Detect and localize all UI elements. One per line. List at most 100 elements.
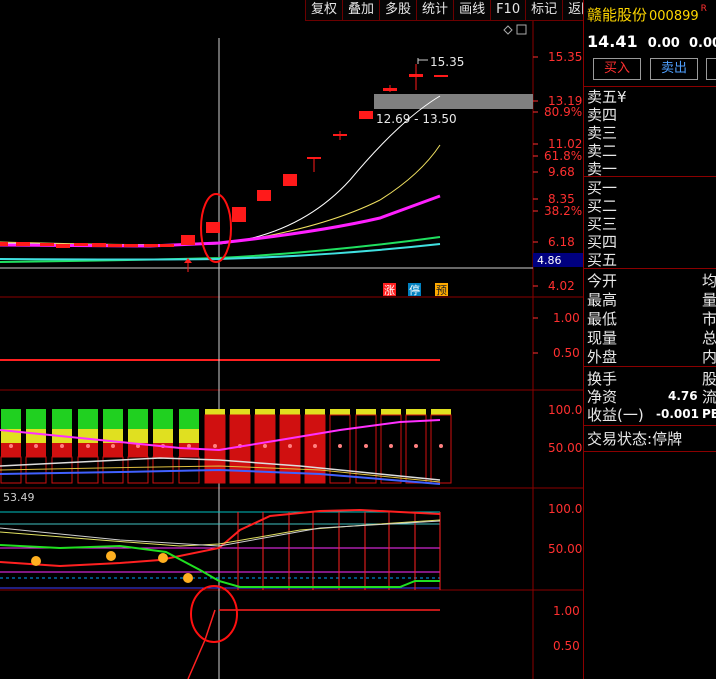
candle [144,244,158,247]
badge-zhang-text: 涨 [384,284,395,297]
f10-button[interactable]: F10 [490,0,526,21]
bar-dot [414,444,418,448]
diamond-icon[interactable] [503,25,513,35]
currency-icon: ¥ [617,88,627,106]
badge-yu-text: 预 [436,284,447,297]
bar-segment [406,409,426,415]
candle [232,207,246,222]
outer-label: 外盘 [587,348,618,366]
candle [16,242,30,246]
price-axis-label: 61.8% [544,149,582,163]
total-label: 总 [702,329,716,347]
bar-segment [330,409,350,415]
top-toolbar: 复权 叠加 多股 统计 画线 F10 标记 返回 [305,0,600,21]
candle [181,235,195,245]
price-axis-label: 15.35 [548,50,582,64]
avg-label: 均 [702,272,716,290]
price-axis-label: 80.9% [544,105,582,119]
bar-segment [52,409,72,429]
badge-ting-text: 停 [409,283,420,297]
bar-segment [25,456,47,484]
candle [283,174,297,186]
bar-dot [288,444,292,448]
bar-dot [34,444,38,448]
high-label: 15.35 [430,55,464,69]
bar-segment [205,409,225,415]
nav-value: 4.76 [668,389,698,403]
candle [160,244,174,247]
candle [108,244,122,247]
multi-stock-button[interactable]: 多股 [379,0,417,21]
bar-dot [313,444,317,448]
bar-dot [263,444,267,448]
chart-area[interactable]: 15.3513.1980.9%11.0261.8%9.688.3538.2%6.… [0,0,583,679]
bar-segment [153,429,173,443]
high-label: 最高 [587,291,618,309]
bar-segment [356,409,376,415]
price-change: 0.00 [647,36,680,51]
ma-magenta [0,194,441,248]
price-axis-label: 38.2% [544,204,582,218]
draw-line-button[interactable]: 画线 [453,0,491,21]
p4-value: 53.49 [3,491,35,504]
p2-tick-2: 0.50 [553,346,580,360]
candle [92,243,106,247]
candle [257,190,271,201]
restore-rights-button[interactable]: 复权 [305,0,343,21]
eps-value: -0.001 [656,407,699,421]
bar-segment [179,429,199,443]
bar-segment [430,414,452,484]
candle [359,111,373,119]
sell-button[interactable]: 卖出 [650,58,698,80]
bar-dot [389,444,393,448]
open-label: 今开 [587,272,618,290]
bar-segment [26,409,46,429]
p2-tick-1: 1.00 [553,311,580,325]
bar-segment [381,409,401,415]
p4-red-line [0,508,441,568]
bar-dot [86,444,90,448]
margin-mark: R [700,4,707,14]
quote-panel: 赣能股份000899R 14.41 0.00 0.00% 买入 卖出 卖五¥ 卖… [583,0,716,679]
bar-segment [103,409,123,429]
inner-label: 内 [702,348,716,366]
candles [0,64,448,248]
p5-tick-1: 1.00 [553,604,580,618]
volume-label: 现量 [587,329,618,347]
p5-tick-2: 0.50 [553,639,580,653]
candle [434,75,448,77]
candle [124,244,138,247]
low-label: 最低 [587,310,618,328]
current-price-label: 4.86 [537,254,562,267]
price-axis-label: 6.18 [548,235,575,249]
extra-button[interactable] [706,58,716,80]
bar-segment [280,409,300,415]
eps-label: 收益(一) [587,406,644,424]
bar-segment [26,429,46,443]
price-axis-label: 9.68 [548,165,575,179]
overlay-button[interactable]: 叠加 [342,0,380,21]
p4-white-line [0,520,441,547]
p3-tick-2: 50.00 [548,441,582,455]
bar-segment [127,456,149,484]
fib-box-label: 12.69 - 13.50 [376,112,457,126]
bar-dot [439,444,443,448]
trade-status-value: 停牌 [652,430,683,448]
pe-label: PE [702,407,716,421]
bar-dot [111,444,115,448]
mark-button[interactable]: 标记 [525,0,563,21]
bar-segment [305,409,325,415]
statistics-button[interactable]: 统计 [416,0,454,21]
bar-segment [1,409,21,429]
p3-tick-1: 100.0 [548,403,582,417]
current-price: 14.41 [587,32,638,51]
trade-status-label: 交易状态: [587,430,653,448]
bar-segment [128,409,148,429]
candle [74,243,88,246]
price-axis-label: 4.02 [548,279,575,293]
window-icon[interactable] [516,24,527,35]
candle [56,244,70,248]
bar-segment [128,429,148,443]
price-change-pct: 0.00% [688,36,716,51]
buy-button[interactable]: 买入 [593,58,641,80]
